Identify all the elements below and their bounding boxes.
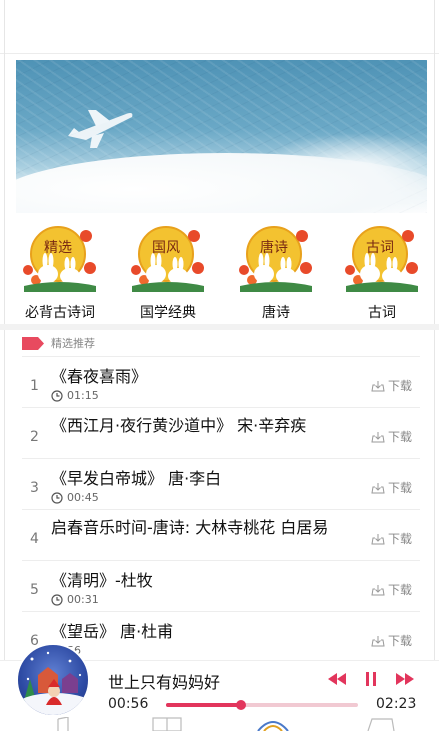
bottom-tab-bar xyxy=(0,715,439,731)
section-title: 精选推荐 xyxy=(51,337,95,350)
item-title: 《早发白帝城》 唐·李白 xyxy=(51,469,222,488)
download-button[interactable]: 下载 xyxy=(371,530,412,547)
category-bibei[interactable]: 精选 必背古诗词 xyxy=(8,224,112,324)
duration-text: 01:15 xyxy=(67,389,99,402)
mini-player: 世上只有妈妈好 00:56 02:23 xyxy=(0,643,439,717)
svg-text:国风: 国风 xyxy=(152,240,180,256)
song-title: 世上只有妈妈好 xyxy=(108,673,221,692)
clock-icon xyxy=(51,491,63,504)
banner-image[interactable] xyxy=(16,60,427,213)
list-item[interactable]: 5 《清明》-杜牧 00:31 下载 xyxy=(22,560,420,612)
tag-flag-icon xyxy=(22,336,44,350)
item-index: 1 xyxy=(30,378,39,394)
category-tangshi[interactable]: 唐诗 唐诗 xyxy=(224,224,328,324)
profile-icon[interactable] xyxy=(366,717,396,731)
list-item[interactable]: 1 《春夜喜雨》 01:15 下载 xyxy=(22,356,420,408)
item-duration: 00:31 xyxy=(51,593,99,606)
download-icon xyxy=(371,380,385,391)
download-icon xyxy=(371,482,385,493)
download-label: 下载 xyxy=(387,430,412,444)
music-note-icon[interactable] xyxy=(52,717,70,731)
download-button[interactable]: 下载 xyxy=(371,377,412,394)
airplane-icon xyxy=(68,110,133,148)
item-index: 4 xyxy=(30,531,39,547)
item-index: 3 xyxy=(30,480,39,496)
category-grid: 精选 必背古诗词 国风 国学经典 唐诗 唐诗 古词 古词 xyxy=(8,224,432,324)
duration-text: 00:31 xyxy=(67,593,99,606)
item-duration: 01:15 xyxy=(51,389,99,402)
item-title: 《清明》-杜牧 xyxy=(51,571,153,590)
current-time: 00:56 xyxy=(108,696,149,712)
category-guci[interactable]: 古词 古词 xyxy=(330,224,434,324)
download-icon xyxy=(371,635,385,646)
moon-rabbit-icon: 古词 xyxy=(345,226,418,292)
page-edge-right xyxy=(434,0,435,731)
clock-icon xyxy=(51,389,63,402)
item-duration: 00:45 xyxy=(51,491,99,504)
list-item[interactable]: 2 《西江月·夜行黄沙道中》 宋·辛弃疾 下载 xyxy=(22,407,420,459)
duration-text: 00:45 xyxy=(67,491,99,504)
item-index: 5 xyxy=(30,582,39,598)
section-divider xyxy=(0,324,439,330)
progress-bar[interactable] xyxy=(166,700,358,710)
progress-thumb[interactable] xyxy=(235,700,246,710)
download-button[interactable]: 下载 xyxy=(371,581,412,598)
top-bar xyxy=(0,0,439,54)
category-guoxue[interactable]: 国风 国学经典 xyxy=(116,224,220,324)
download-label: 下载 xyxy=(387,481,412,495)
item-index: 2 xyxy=(30,429,39,445)
book-icon[interactable] xyxy=(152,717,182,731)
download-label: 下载 xyxy=(387,532,412,546)
album-cover[interactable] xyxy=(16,643,90,717)
download-icon xyxy=(371,431,385,442)
total-time: 02:23 xyxy=(376,696,417,712)
item-title: 启春音乐时间-唐诗: 大林寺桃花 白居易 xyxy=(51,518,329,537)
list-item[interactable]: 3 《早发白帝城》 唐·李白 00:45 下载 xyxy=(22,458,420,510)
rabbit-illustration: 古词 xyxy=(342,224,422,292)
radio-icon[interactable] xyxy=(256,717,290,731)
moon-rabbit-icon: 精选 xyxy=(23,226,96,292)
rabbit-illustration: 国风 xyxy=(128,224,208,292)
download-button[interactable]: 下载 xyxy=(371,428,412,445)
section-header: 精选推荐 xyxy=(22,333,95,353)
download-label: 下载 xyxy=(387,634,412,648)
item-title: 《春夜喜雨》 xyxy=(51,367,148,386)
download-button[interactable]: 下载 xyxy=(371,632,412,649)
clock-icon xyxy=(51,593,63,606)
category-label: 唐诗 xyxy=(262,305,290,321)
download-icon xyxy=(371,584,385,595)
fast-forward-icon[interactable] xyxy=(394,671,416,687)
svg-text:唐诗: 唐诗 xyxy=(260,239,288,256)
rewind-icon[interactable] xyxy=(326,671,348,687)
download-button[interactable]: 下载 xyxy=(371,479,412,496)
rabbit-illustration: 精选 xyxy=(20,224,100,292)
page-edge-left xyxy=(4,0,5,731)
item-title: 《西江月·夜行黄沙道中》 宋·辛弃疾 xyxy=(51,416,307,435)
christmas-cover-art xyxy=(18,651,88,715)
item-title: 《望岳》 唐·杜甫 xyxy=(51,622,174,641)
moon-rabbit-icon: 唐诗 xyxy=(239,226,312,292)
moon-rabbit-icon: 国风 xyxy=(131,226,204,292)
download-icon xyxy=(371,533,385,544)
category-label: 国学经典 xyxy=(140,305,196,321)
list-item[interactable]: 4 启春音乐时间-唐诗: 大林寺桃花 白居易 下载 xyxy=(22,509,420,561)
download-label: 下载 xyxy=(387,379,412,393)
svg-text:古词: 古词 xyxy=(366,240,394,256)
category-label: 必背古诗词 xyxy=(25,305,95,321)
pause-icon[interactable] xyxy=(364,671,378,687)
progress-fill xyxy=(166,703,241,707)
category-label: 古词 xyxy=(368,305,396,321)
rabbit-illustration: 唐诗 xyxy=(236,224,316,292)
list-item[interactable]: 6 《望岳》 唐·杜甫 56 下载 xyxy=(22,611,420,663)
svg-text:精选: 精选 xyxy=(44,240,72,256)
download-label: 下载 xyxy=(387,583,412,597)
